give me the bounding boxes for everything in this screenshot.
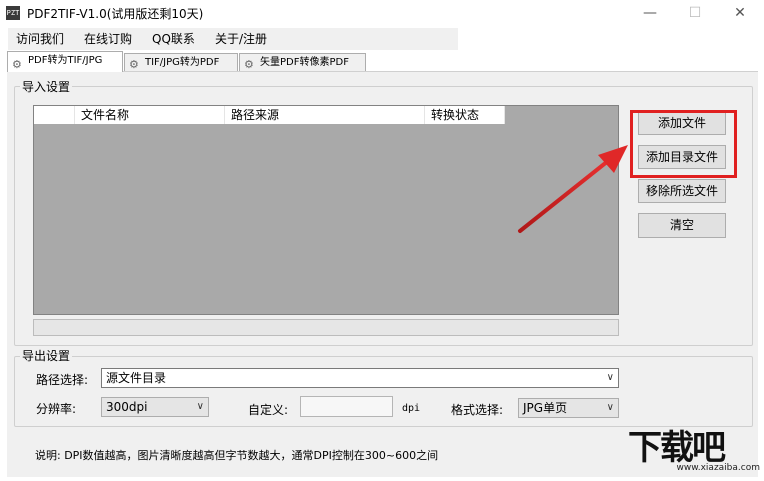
import-group-title: 导入设置 [20, 78, 73, 95]
close-button[interactable]: ✕ [717, 0, 763, 26]
menu-qq-contact[interactable]: QQ联系 [152, 28, 195, 50]
note-text: 说明: DPI数值越高，图片清晰度越高但字节数越大，通常DPI控制在300~60… [35, 449, 439, 462]
progress-bar [33, 319, 619, 336]
custom-dpi-input[interactable] [300, 396, 393, 417]
menu-about-register[interactable]: 关于/注册 [215, 28, 267, 50]
column-header-path[interactable]: 路径来源 [225, 106, 425, 124]
remove-selected-button[interactable]: 移除所选文件 [638, 179, 726, 203]
chevron-down-icon: ∨ [606, 372, 614, 383]
path-label: 路径选择: [36, 373, 89, 387]
gear-icon: ⚙ [12, 58, 22, 71]
export-group-title: 导出设置 [20, 347, 73, 364]
dpi-unit: dpi [402, 403, 421, 414]
window-title: PDF2TIF-V1.0(试用版还剩10天) [27, 7, 204, 21]
dpi-select-value: 300dpi [106, 400, 148, 414]
tab-label: TIF/JPG转为PDF [145, 57, 220, 68]
menu-visit-us[interactable]: 访问我们 [16, 28, 64, 50]
tab-pdf-to-tif[interactable]: ⚙ PDF转为TIF/JPG [7, 51, 123, 72]
maximize-button[interactable]: ☐ [672, 0, 718, 26]
minimize-button[interactable]: — [627, 0, 673, 26]
tab-label: 矢量PDF转像素PDF [260, 57, 349, 68]
column-header-index[interactable] [34, 106, 75, 124]
dpi-select[interactable]: 300dpi ∨ [101, 397, 209, 417]
file-list-header: 文件名称 路径来源 转换状态 [34, 106, 505, 124]
path-select-value: 源文件目录 [106, 371, 167, 385]
app-icon: PZT [6, 6, 20, 20]
tab-vector-to-raster[interactable]: ⚙ 矢量PDF转像素PDF [239, 53, 366, 71]
title-bar: PZT PDF2TIF-V1.0(试用版还剩10天) — ☐ ✕ [0, 0, 764, 26]
gear-icon: ⚙ [244, 58, 254, 71]
clear-button[interactable]: 清空 [638, 213, 726, 238]
menu-bar: 访问我们 在线订购 QQ联系 关于/注册 [8, 28, 458, 50]
watermark-logo: 下载吧 [628, 428, 726, 468]
chevron-down-icon: ∨ [606, 402, 614, 413]
path-select[interactable]: 源文件目录 ∨ [101, 368, 619, 388]
tab-label: PDF转为TIF/JPG [28, 55, 103, 66]
format-select-value: JPG单页 [523, 401, 568, 415]
annotation-arrow [518, 145, 628, 233]
format-label: 格式选择: [451, 403, 504, 417]
chevron-down-icon: ∨ [196, 401, 204, 412]
tab-tif-to-pdf[interactable]: ⚙ TIF/JPG转为PDF [124, 53, 238, 71]
gear-icon: ⚙ [129, 58, 139, 71]
column-header-status[interactable]: 转换状态 [425, 106, 505, 124]
watermark-url: www.xiazaiba.com [676, 463, 760, 473]
menu-online-order[interactable]: 在线订购 [84, 28, 132, 50]
dpi-label: 分辨率: [36, 402, 77, 416]
custom-dpi-label: 自定义: [248, 403, 289, 417]
format-select[interactable]: JPG单页 ∨ [518, 398, 619, 418]
highlight-box [630, 110, 737, 178]
column-header-filename[interactable]: 文件名称 [75, 106, 225, 124]
